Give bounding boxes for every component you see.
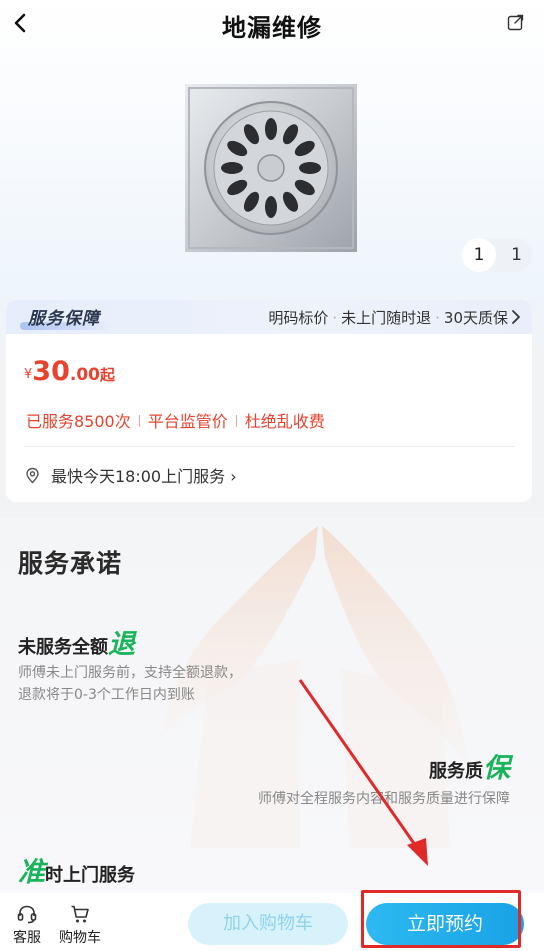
quality-title: 服务质	[429, 761, 483, 782]
pager-current: 1	[462, 238, 496, 272]
add-to-cart-button[interactable]: 加入购物车	[188, 903, 348, 945]
guarantee-tag: 未上门随时退	[341, 309, 432, 327]
service-stats: 已服务8500次 平台监管价 杜绝乱收费	[26, 408, 325, 432]
customer-service-label: 客服	[13, 930, 41, 946]
pager-total: 1	[511, 245, 522, 265]
guarantee-bar[interactable]: 服务保障 明码标价 · 未上门随时退 · 30天质保	[6, 300, 532, 334]
page-title: 地漏维修	[222, 14, 322, 42]
tag-separator: ·	[435, 309, 440, 327]
product-image-carousel[interactable]: 1 1	[0, 52, 544, 290]
annotation-highlight-box	[361, 890, 521, 948]
tag-separator: ·	[332, 309, 338, 327]
cart-button[interactable]: 购物车	[55, 897, 105, 947]
guarantee-tag: 明码标价	[268, 309, 329, 327]
price: ¥30.00起	[24, 356, 115, 387]
image-pager: 1 1	[462, 238, 532, 272]
share-icon	[507, 14, 524, 31]
promise-title: 服务承诺	[18, 549, 123, 578]
ontime-title: 时上门服务	[45, 865, 135, 886]
top-nav-bar: 地漏维修	[0, 0, 544, 52]
guarantee-tag: 30天质保	[443, 309, 508, 327]
refund-big-char: 退	[108, 629, 135, 660]
stat-no-overcharge: 杜绝乱收费	[244, 412, 325, 431]
stat-regulated-price: 平台监管价	[147, 412, 228, 431]
refund-description: 师傅未上门服务前，支持全额退款， 退款将于0-3个工作日内到账	[18, 662, 242, 706]
chevron-right-icon	[512, 310, 520, 324]
refund-heading: 未服务全额退	[18, 622, 135, 661]
refund-title: 未服务全额	[18, 637, 108, 658]
refund-desc-line: 师傅未上门服务前，支持全额退款，	[18, 665, 242, 681]
customer-service-button[interactable]: 客服	[2, 897, 52, 947]
quality-description: 师傅对全程服务内容和服务质量进行保障	[258, 791, 510, 807]
earliest-visit-text: 最快今天18:00上门服务	[51, 467, 226, 486]
shopping-cart-icon	[71, 905, 89, 923]
price-suffix: 起	[99, 366, 115, 384]
headset-icon	[17, 905, 37, 924]
ontime-big-char: 准	[18, 857, 45, 888]
price-integer: 30	[32, 356, 70, 387]
share-button[interactable]	[506, 12, 526, 32]
stat-separator	[138, 415, 140, 427]
guarantee-title: 服务保障	[28, 309, 100, 329]
price-decimal: .00	[69, 365, 100, 385]
cart-label: 购物车	[59, 930, 101, 946]
location-pin-icon	[26, 467, 39, 484]
refund-desc-line: 退款将于0-3个工作日内到账	[18, 687, 195, 703]
quality-big-char: 保	[483, 753, 510, 784]
chevron-right-icon: ›	[225, 467, 237, 486]
quality-heading: 服务质保	[429, 746, 510, 785]
floor-drain-image	[185, 84, 357, 252]
divider	[24, 446, 514, 447]
ontime-heading: 准时上门服务	[18, 850, 135, 889]
service-info-card: 服务保障 明码标价 · 未上门随时退 · 30天质保 ¥30.00起 已服务8500次平…	[6, 300, 532, 502]
stat-served-count: 已服务8500次	[26, 412, 131, 431]
stat-separator	[235, 415, 237, 427]
earliest-visit-link[interactable]: 最快今天18:00上门服务 ›	[24, 463, 237, 487]
service-detail-page: 地漏维修 1 1 服务保障 明码标价 · 未上门随时退 · 30天质保 ¥30.…	[0, 0, 544, 951]
service-promise-section: 服务承诺 未服务全额退 师傅未上门服务前，支持全额退款， 退款将于0-3个工作日…	[0, 518, 544, 893]
guarantee-tags: 明码标价 · 未上门随时退 · 30天质保	[268, 307, 508, 328]
